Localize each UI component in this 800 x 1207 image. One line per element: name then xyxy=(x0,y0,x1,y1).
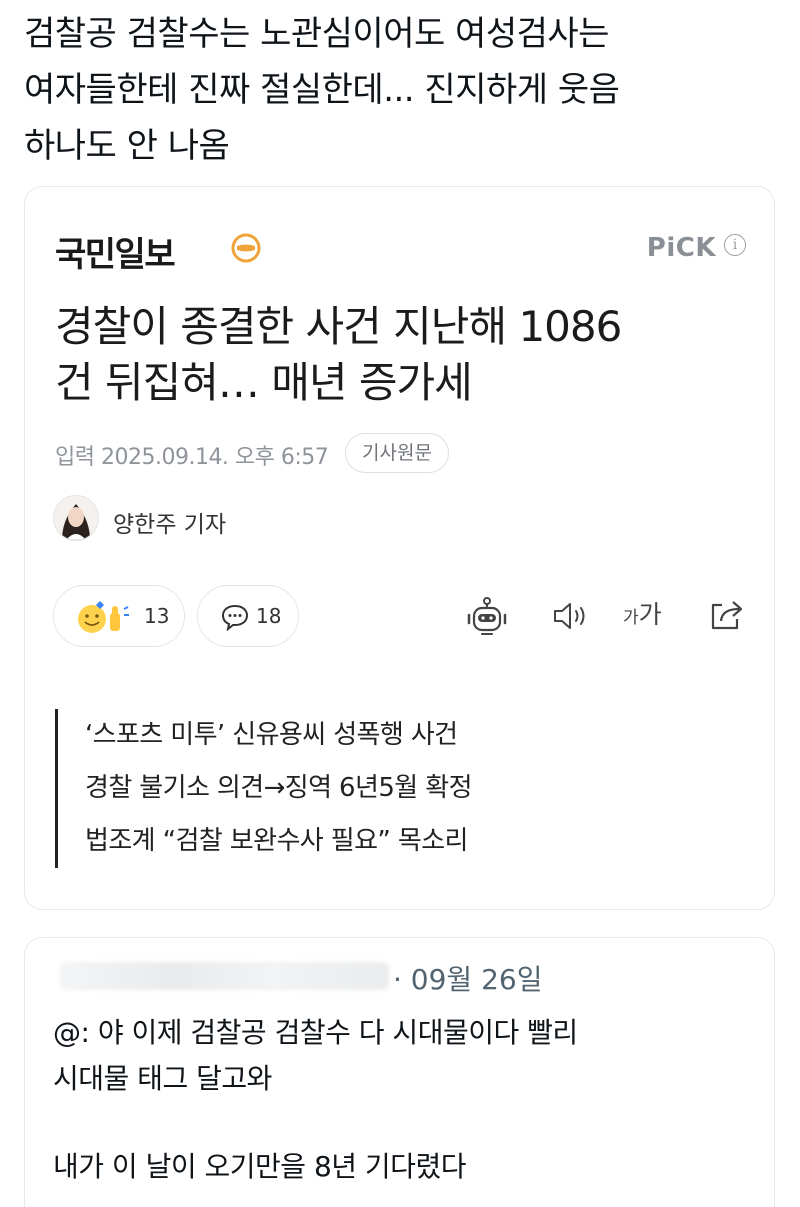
comment-count: 18 xyxy=(256,604,282,628)
info-icon[interactable]: i xyxy=(724,234,746,256)
action-bar: 13 18 가가 xyxy=(53,585,746,647)
reply-date: · 09월 26일 xyxy=(393,963,543,996)
font-size-large-label: 가 xyxy=(638,600,662,629)
reaction-count: 13 xyxy=(144,604,170,628)
headline-line: 경찰이 종결한 사건 지난해 1086 xyxy=(55,302,622,351)
reply-text: @: 야 이제 검찰공 검찰수 다 시대물이다 빨리 시대물 태그 달고와 내가… xyxy=(53,1010,753,1190)
article-summary: ‘스포츠 미투’ 신유용씨 성폭행 사건 경찰 불기소 의견→징역 6년5월 확… xyxy=(55,709,735,868)
reply-line: 시대물 태그 달고와 xyxy=(53,1062,272,1095)
headline-line: 건 뒤집혀… 매년 증가세 xyxy=(55,358,473,407)
quoted-reply-card[interactable]: · 09월 26일 @: 야 이제 검찰공 검찰수 다 시대물이다 빨리 시대물… xyxy=(24,937,775,1207)
article-card[interactable]: 국민일보 PiCK i 경찰이 종결한 사건 지난해 1086 건 뒤집혀… 매… xyxy=(24,186,775,910)
post-text-line: 하나도 안 나옴 xyxy=(24,126,230,166)
summary-line: 경찰 불기소 의견→징역 6년5월 확정 xyxy=(85,773,472,803)
article-headline[interactable]: 경찰이 종결한 사건 지난해 1086 건 뒤집혀… 매년 증가세 xyxy=(55,299,745,411)
reply-line: 내가 이 날이 오기만을 8년 기다렸다 xyxy=(53,1150,466,1183)
font-size-small-label: 가 xyxy=(623,608,639,628)
post-text-line: 검찰공 검찰수는 노관심이어도 여성검사는 xyxy=(24,14,609,54)
reaction-button[interactable]: 13 xyxy=(53,585,185,647)
robot-icon[interactable] xyxy=(465,595,509,639)
summary-line: 법조계 “검찰 보완수사 필요” 목소리 xyxy=(85,826,468,856)
original-article-button[interactable]: 기사원문 xyxy=(345,433,449,473)
publisher-name[interactable]: 국민일보 xyxy=(55,227,176,276)
post-text-line: 여자들한테 진짜 절실한데... 진지하게 웃음 xyxy=(24,70,620,110)
reporter-name: 양한주 기자 xyxy=(113,512,227,538)
article-header: 국민일보 PiCK i xyxy=(55,227,746,275)
reporter-photo-icon xyxy=(54,496,98,540)
reaction-emoji-icon xyxy=(78,601,129,633)
publisher-logo-icon xyxy=(231,233,261,263)
font-size-icon[interactable]: 가가 xyxy=(623,595,669,635)
summary-line: ‘스포츠 미투’ 신유용씨 성폭행 사건 xyxy=(85,720,458,750)
speaker-icon[interactable] xyxy=(551,599,591,633)
avatar xyxy=(53,495,99,541)
blurred-username xyxy=(59,962,389,990)
reply-line: @: 야 이제 검찰공 검찰수 다 시대물이다 빨리 xyxy=(53,1016,578,1049)
pick-badge: PiCK xyxy=(646,233,716,263)
post-text: 검찰공 검찰수는 노관심이어도 여성검사는 여자들한테 진짜 절실한데... 진… xyxy=(24,6,784,174)
publish-date: 입력 2025.09.14. 오후 6:57 xyxy=(55,445,329,470)
share-icon[interactable] xyxy=(708,597,746,633)
comment-icon xyxy=(221,604,249,631)
comment-button[interactable]: 18 xyxy=(197,585,299,647)
